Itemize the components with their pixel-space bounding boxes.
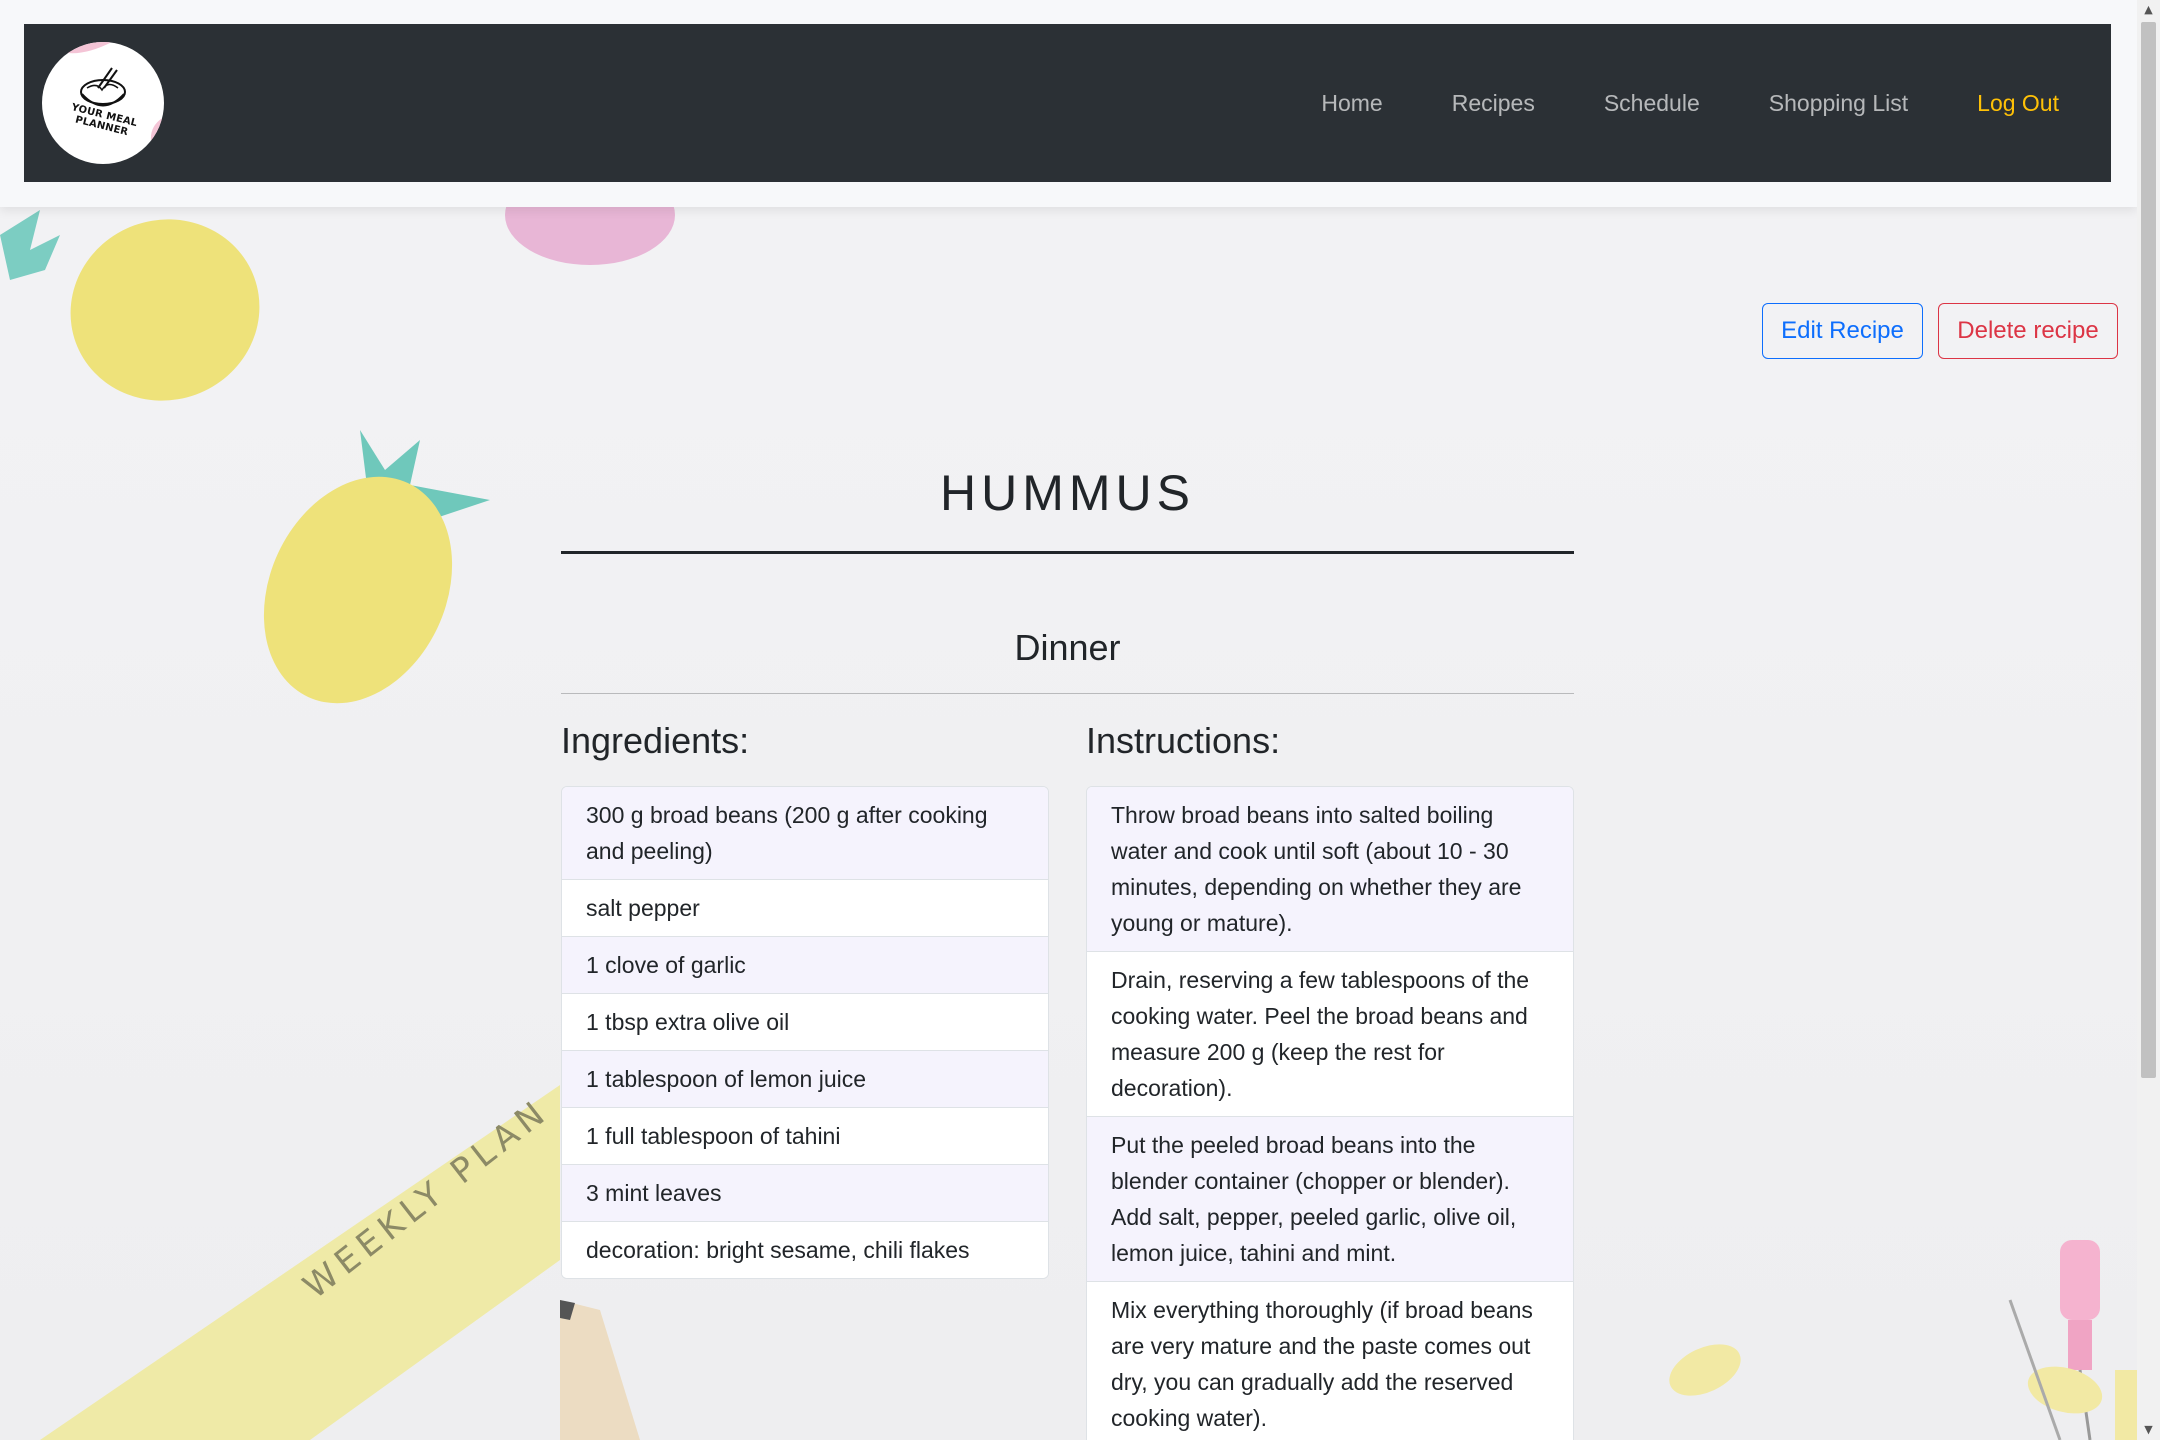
nav-link-log-out[interactable]: Log Out: [1977, 90, 2059, 117]
edit-recipe-button[interactable]: Edit Recipe: [1762, 303, 1923, 359]
scroll-up-icon[interactable]: ▲: [2137, 0, 2160, 20]
instructions-heading: Instructions:: [1086, 720, 1281, 761]
background-image: WEEKLY PLAN: [0, 0, 2137, 1440]
ingredient-item: 1 tablespoon of lemon juice: [562, 1050, 1048, 1107]
instruction-step: Mix everything thoroughly (if broad bean…: [1087, 1281, 1573, 1440]
delete-recipe-button[interactable]: Delete recipe: [1938, 303, 2118, 359]
pencil-decoration: [560, 1300, 640, 1440]
title-divider: [561, 551, 1574, 554]
ingredient-item: decoration: bright sesame, chili flakes: [562, 1221, 1048, 1278]
push-pins-decoration: [1669, 1240, 2137, 1440]
recipe-title: HUMMUS: [940, 465, 1195, 521]
ingredients-heading: Ingredients:: [561, 720, 750, 761]
ingredients-list: 300 g broad beans (200 g after cooking a…: [561, 786, 1049, 1279]
weekly-plan-ribbon: WEEKLY PLAN: [40, 1085, 560, 1440]
nav-link-shopping-list[interactable]: Shopping List: [1769, 90, 1908, 117]
nav-link-home[interactable]: Home: [1321, 90, 1382, 117]
recipe-category: Dinner: [1014, 627, 1121, 668]
instructions-list: Throw broad beans into salted boiling wa…: [1086, 786, 1574, 1440]
navbar: YOUR MEAL PLANNER Home Recipes Schedule …: [24, 24, 2111, 182]
ingredient-item: 1 tbsp extra olive oil: [562, 993, 1048, 1050]
header-frame: YOUR MEAL PLANNER Home Recipes Schedule …: [0, 0, 2137, 207]
scrollbar-thumb[interactable]: [2141, 22, 2156, 1078]
instruction-step: Put the peeled broad beans into the blen…: [1087, 1116, 1573, 1281]
instruction-step: Throw broad beans into salted boiling wa…: [1087, 787, 1573, 951]
ingredient-item: 1 full tablespoon of tahini: [562, 1107, 1048, 1164]
pineapple-decoration-1: [0, 210, 260, 401]
logo[interactable]: YOUR MEAL PLANNER: [42, 42, 164, 164]
category-divider: [561, 693, 1574, 694]
nav-link-recipes[interactable]: Recipes: [1452, 90, 1535, 117]
page-scrollbar[interactable]: ▲ ▼: [2137, 0, 2160, 1440]
ingredient-item: salt pepper: [562, 879, 1048, 936]
instruction-step: Drain, reserving a few tablespoons of th…: [1087, 951, 1573, 1116]
nav-links: Home Recipes Schedule Shopping List Log …: [1252, 24, 2059, 182]
background-illustration: WEEKLY PLAN: [0, 165, 2137, 1440]
pineapple-decoration-2: [263, 430, 490, 704]
nav-link-schedule[interactable]: Schedule: [1604, 90, 1700, 117]
ingredient-item: 300 g broad beans (200 g after cooking a…: [562, 787, 1048, 879]
scroll-down-icon[interactable]: ▼: [2137, 1420, 2160, 1440]
ingredient-item: 3 mint leaves: [562, 1164, 1048, 1221]
ingredient-item: 1 clove of garlic: [562, 936, 1048, 993]
